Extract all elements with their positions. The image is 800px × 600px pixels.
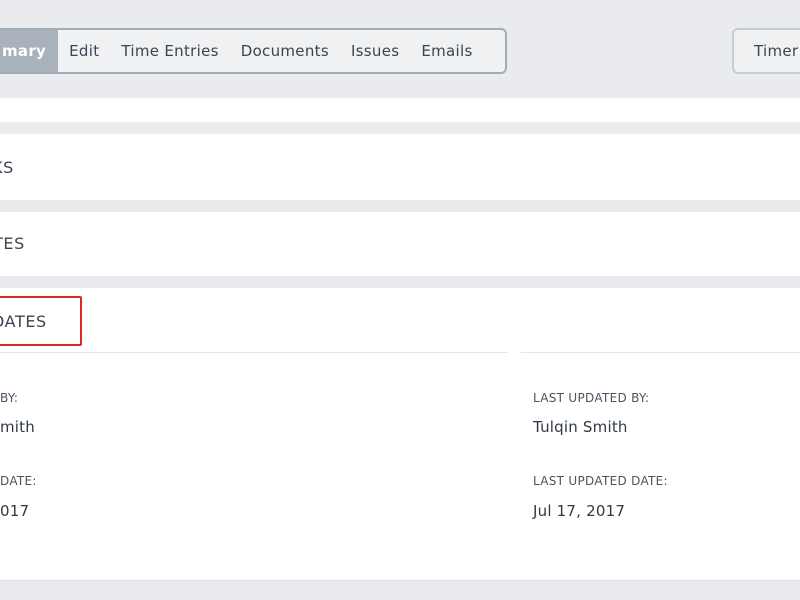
top-toolbar: mary Edit Time Entries Documents Issues …	[0, 0, 800, 98]
last-updated-date-label: LAST UPDATED DATE:	[533, 474, 668, 488]
created-date-value: 017	[0, 502, 30, 520]
section-gap	[0, 276, 800, 288]
tasks-section-title: KS	[0, 158, 14, 177]
divider	[521, 352, 800, 353]
tab-emails[interactable]: Emails	[410, 30, 483, 72]
page-footer-strip	[0, 580, 800, 600]
last-updated-by-value: Tulqin Smith	[533, 418, 628, 436]
notes-section-title: TES	[0, 234, 25, 253]
highlight-annotation	[0, 296, 82, 346]
tab-time-entries[interactable]: Time Entries	[110, 30, 229, 72]
divider	[0, 352, 508, 353]
last-updated-date-value: Jul 17, 2017	[533, 502, 626, 520]
notes-section-header[interactable]: TES	[0, 212, 800, 276]
created-by-label: BY:	[0, 391, 19, 405]
tab-documents[interactable]: Documents	[230, 30, 340, 72]
created-date-label: DATE:	[0, 474, 37, 488]
section-gap	[0, 200, 800, 212]
tab-issues[interactable]: Issues	[340, 30, 410, 72]
tasks-section-header[interactable]: KS	[0, 134, 800, 200]
dates-section: DATES BY: mith DATE: 017 LAST UPDATED BY…	[0, 288, 800, 580]
created-by-value: mith	[0, 418, 35, 436]
timer-button[interactable]: Timer	[732, 28, 800, 74]
tab-edit[interactable]: Edit	[58, 30, 110, 72]
tab-summary[interactable]: mary	[0, 30, 59, 72]
record-tabs: mary Edit Time Entries Documents Issues …	[0, 28, 507, 74]
section-gap	[0, 122, 800, 134]
last-updated-by-label: LAST UPDATED BY:	[533, 391, 650, 405]
